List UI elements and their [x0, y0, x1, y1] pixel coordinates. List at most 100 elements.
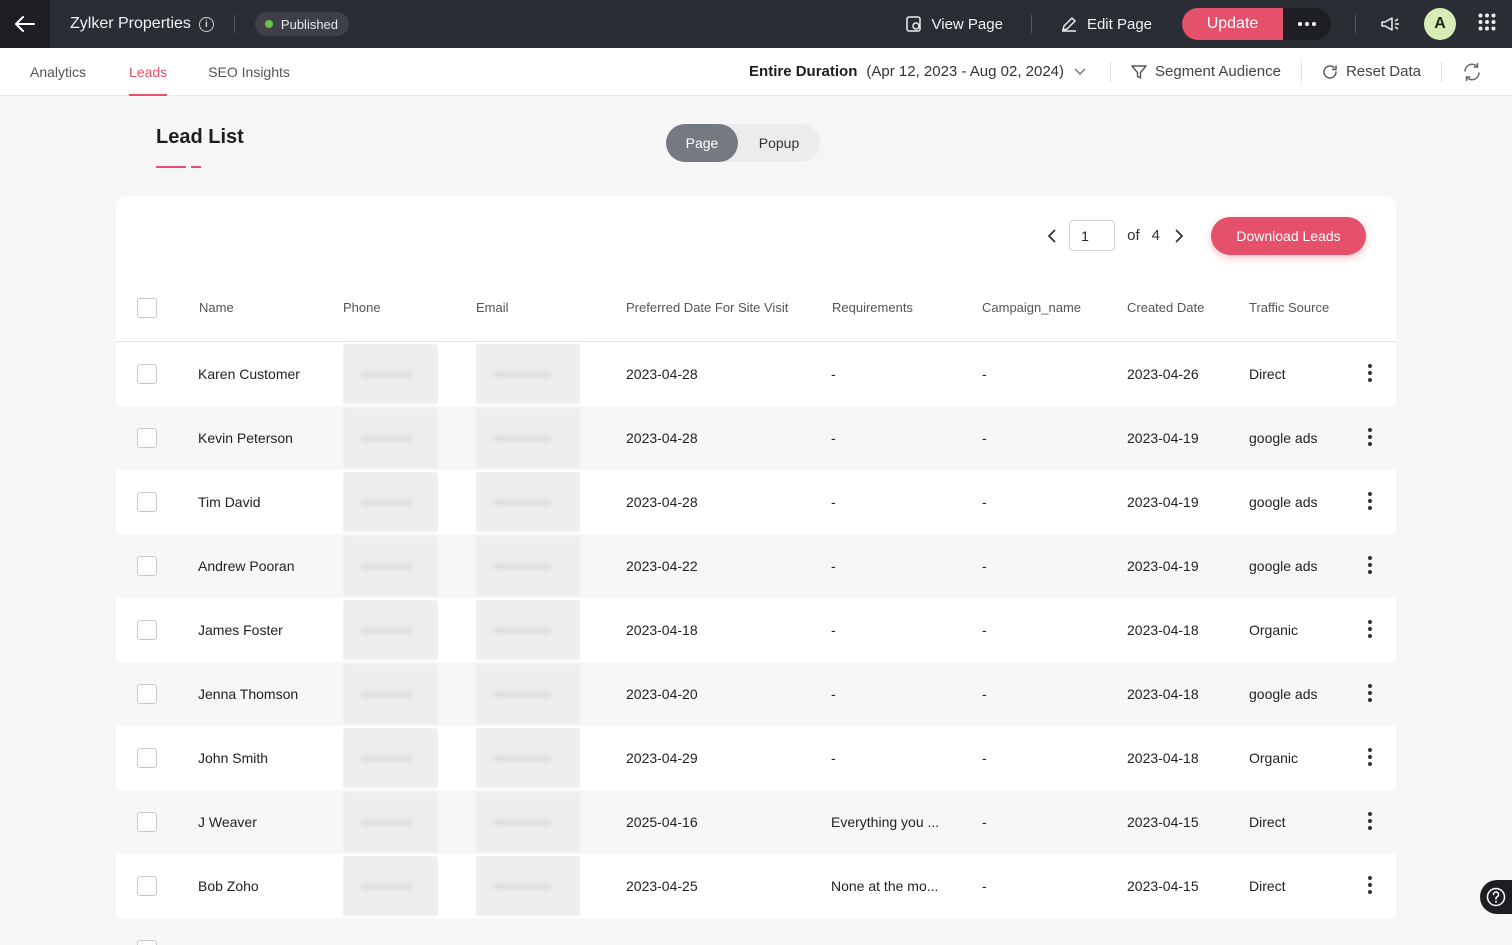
row-menu-icon[interactable]: [1360, 810, 1380, 832]
table-row[interactable]: J Weaver 2025-04-16 Everything you ... - 202…: [116, 790, 1396, 854]
cell-name: Kevin Peterson: [198, 430, 293, 446]
chevron-right-icon[interactable]: [1174, 228, 1184, 243]
row-menu-icon[interactable]: [1360, 618, 1380, 640]
cell-requirements: -: [831, 366, 836, 382]
cell-created-date: 2023-04-18: [1127, 686, 1199, 702]
redacted-phone: [343, 536, 438, 596]
cell-campaign-name: -: [982, 494, 987, 510]
table-row[interactable]: [116, 918, 1396, 945]
table-row[interactable]: James Foster 2023-04-18 - - 2023-04-18 Organi…: [116, 598, 1396, 662]
cell-requirements: None at the mo...: [831, 878, 939, 894]
redacted-phone: [343, 792, 438, 852]
row-menu-icon[interactable]: [1360, 746, 1380, 768]
top-bar: Zylker Properties i Published View Page …: [0, 0, 1512, 48]
divider: [1355, 15, 1356, 33]
table-row[interactable]: Karen Customer 2023-04-28 - - 2023-04-26 Dire…: [116, 342, 1396, 406]
table-row[interactable]: John Smith 2023-04-29 - - 2023-04-18 Organic: [116, 726, 1396, 790]
column-campaign-name[interactable]: Campaign_name: [982, 300, 1081, 315]
table-row[interactable]: Jenna Thomson 2023-04-20 - - 2023-04-18 googl…: [116, 662, 1396, 726]
cell-preferred-date: 2023-04-28: [626, 430, 698, 446]
cell-preferred-date: 2023-04-28: [626, 494, 698, 510]
page-number-input[interactable]: [1069, 220, 1116, 251]
back-button[interactable]: [0, 0, 50, 48]
cell-campaign-name: -: [982, 814, 987, 830]
chevron-left-icon[interactable]: [1047, 228, 1057, 243]
cell-name: J Weaver: [198, 814, 257, 830]
cell-preferred-date: 2023-04-20: [626, 686, 698, 702]
cell-campaign-name: -: [982, 366, 987, 382]
download-leads-button[interactable]: Download Leads: [1211, 217, 1366, 255]
row-menu-icon[interactable]: [1360, 554, 1380, 576]
announcement-button[interactable]: [1380, 15, 1402, 33]
cell-created-date: 2023-04-15: [1127, 878, 1199, 894]
redacted-email: [476, 856, 580, 916]
row-checkbox[interactable]: [137, 492, 157, 512]
toggle-page[interactable]: Page: [666, 124, 738, 162]
row-checkbox[interactable]: [137, 556, 157, 576]
column-requirements[interactable]: Requirements: [832, 300, 913, 315]
row-checkbox[interactable]: [137, 620, 157, 640]
duration-selector[interactable]: Entire Duration (Apr 12, 2023 - Aug 02, …: [749, 63, 1086, 80]
table-row[interactable]: Kevin Peterson 2023-04-28 - - 2023-04-19 goog…: [116, 406, 1396, 470]
megaphone-icon: [1381, 17, 1399, 31]
row-menu-icon[interactable]: [1360, 682, 1380, 704]
segment-audience-button[interactable]: Segment Audience: [1131, 63, 1281, 80]
more-options-button[interactable]: [1283, 8, 1331, 40]
help-button[interactable]: [1480, 880, 1512, 914]
apps-grid-button[interactable]: [1478, 13, 1496, 36]
cell-created-date: 2023-04-18: [1127, 750, 1199, 766]
row-menu-icon[interactable]: [1360, 362, 1380, 384]
table-row[interactable]: Andrew Pooran 2023-04-22 - - 2023-04-19 googl…: [116, 534, 1396, 598]
edit-page-button[interactable]: Edit Page: [1052, 15, 1160, 33]
redacted-email: [476, 536, 580, 596]
cell-name: Bob Zoho: [198, 878, 259, 894]
divider: [1110, 61, 1112, 82]
toggle-popup[interactable]: Popup: [738, 124, 820, 162]
info-icon[interactable]: i: [198, 16, 214, 32]
column-created-date[interactable]: Created Date: [1127, 300, 1204, 315]
select-all-checkbox[interactable]: [137, 298, 157, 318]
site-title: Zylker Properties i: [70, 15, 214, 33]
cell-name: John Smith: [198, 750, 269, 766]
row-checkbox[interactable]: [137, 812, 157, 832]
help-icon: [1486, 887, 1506, 907]
row-menu-icon[interactable]: [1360, 490, 1380, 512]
pencil-icon: [1061, 17, 1076, 32]
update-button[interactable]: Update: [1182, 8, 1283, 40]
tab-leads[interactable]: Leads: [129, 48, 168, 96]
redacted-email: [476, 344, 580, 404]
column-name[interactable]: Name: [199, 300, 234, 315]
reset-data-button[interactable]: Reset Data: [1322, 63, 1421, 80]
cell-name: Karen Customer: [198, 366, 300, 382]
column-phone[interactable]: Phone: [343, 300, 381, 315]
row-checkbox[interactable]: [137, 428, 157, 448]
redacted-phone: [343, 472, 438, 532]
refresh-button[interactable]: [1462, 62, 1482, 82]
row-checkbox[interactable]: [137, 748, 157, 768]
row-checkbox[interactable]: [137, 876, 157, 896]
column-email[interactable]: Email: [476, 300, 509, 315]
cell-preferred-date: 2023-04-22: [626, 558, 698, 574]
column-traffic-source[interactable]: Traffic Source: [1249, 300, 1329, 315]
table-row[interactable]: Tim David 2023-04-28 - - 2023-04-19 google ad…: [116, 470, 1396, 534]
cell-created-date: 2023-04-15: [1127, 814, 1199, 830]
cell-campaign-name: -: [982, 558, 987, 574]
cell-created-date: 2023-04-18: [1127, 622, 1199, 638]
cell-name: Andrew Pooran: [198, 558, 295, 574]
divider: [233, 15, 235, 33]
column-preferred-date[interactable]: Preferred Date For Site Visit: [626, 300, 788, 315]
cell-campaign-name: -: [982, 622, 987, 638]
table-row[interactable]: Bob Zoho 2023-04-25 None at the mo... - 2023…: [116, 854, 1396, 918]
avatar[interactable]: A: [1424, 8, 1456, 40]
row-checkbox[interactable]: [137, 684, 157, 704]
row-checkbox[interactable]: [137, 940, 157, 945]
tab-analytics[interactable]: Analytics: [30, 48, 86, 96]
row-menu-icon[interactable]: [1360, 874, 1380, 896]
cell-requirements: -: [831, 750, 836, 766]
more-horizontal-icon: [1298, 22, 1316, 26]
row-menu-icon[interactable]: [1360, 426, 1380, 448]
row-checkbox[interactable]: [137, 364, 157, 384]
tab-seo-insights[interactable]: SEO Insights: [208, 48, 290, 96]
cell-traffic-source: google ads: [1249, 686, 1318, 702]
view-page-button[interactable]: View Page: [897, 15, 1011, 33]
